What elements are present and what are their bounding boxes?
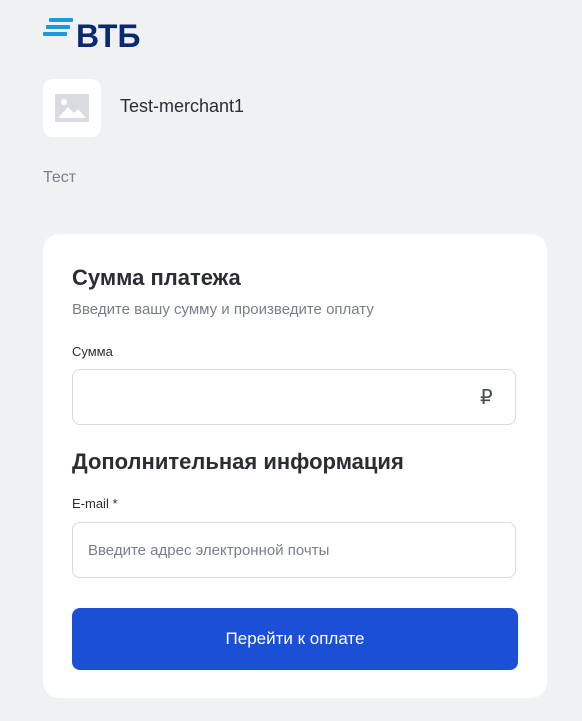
additional-info-title: Дополнительная информация bbox=[72, 449, 404, 474]
image-placeholder-icon bbox=[55, 94, 89, 122]
merchant-description: Тест bbox=[43, 169, 77, 186]
payment-title: Сумма платежа bbox=[72, 265, 241, 290]
logo-stripes-icon bbox=[43, 18, 73, 38]
email-label: E-mail * bbox=[72, 496, 118, 511]
amount-label: Сумма bbox=[72, 344, 113, 359]
email-input[interactable] bbox=[72, 522, 516, 578]
amount-input[interactable] bbox=[72, 369, 516, 425]
vtb-logo: ВТБ bbox=[43, 16, 140, 52]
logo-text: ВТБ bbox=[76, 18, 141, 54]
pay-button[interactable]: Перейти к оплате bbox=[72, 608, 518, 670]
merchant-avatar bbox=[43, 79, 101, 137]
merchant-name: Test-merchant1 bbox=[120, 96, 245, 116]
ruble-icon: ₽ bbox=[480, 385, 493, 409]
payment-subtitle: Введите вашу сумму и произведите оплату bbox=[72, 301, 374, 318]
payment-card: Сумма платежа Введите вашу сумму и произ… bbox=[43, 234, 547, 698]
